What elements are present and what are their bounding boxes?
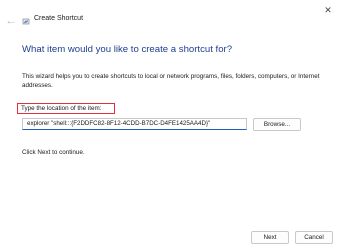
page-heading: What item would you like to create a sho… xyxy=(22,44,233,55)
wizard-description: This wizard helps you to create shortcut… xyxy=(22,73,320,89)
back-arrow-icon[interactable]: ← xyxy=(4,14,18,28)
location-input[interactable]: explorer "shell:::{F2DDFC82-8F12-4CDD-B7… xyxy=(22,118,247,130)
browse-button[interactable]: Browse... xyxy=(253,118,301,131)
next-button[interactable]: Next xyxy=(251,231,289,244)
location-field-label: Type the location of the item: xyxy=(21,105,102,112)
cancel-button[interactable]: Cancel xyxy=(295,231,333,244)
close-icon[interactable]: ✕ xyxy=(322,4,334,16)
title-bar: ← Create Shortcut ✕ xyxy=(0,0,340,38)
create-shortcut-window: ← Create Shortcut ✕ What item would you … xyxy=(0,0,340,250)
window-title: Create Shortcut xyxy=(34,15,84,22)
continue-hint: Click Next to continue. xyxy=(22,149,85,156)
shortcut-app-icon xyxy=(22,18,30,25)
